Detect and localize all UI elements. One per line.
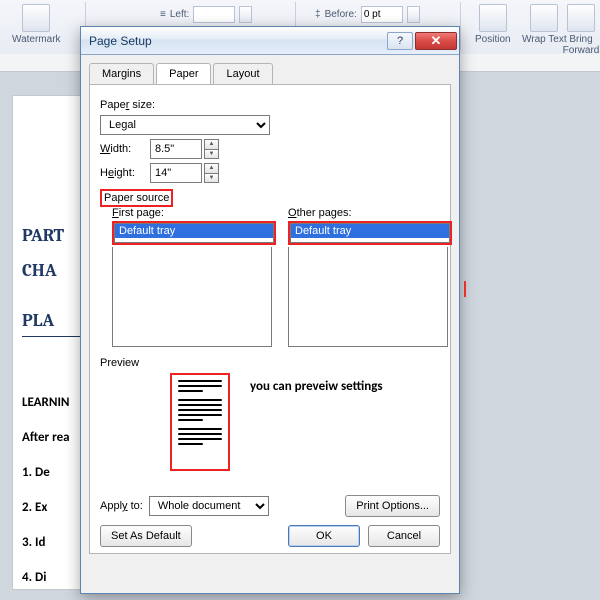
height-input[interactable] (150, 163, 202, 183)
doc-heading: CHA (22, 260, 57, 281)
close-button[interactable] (415, 32, 457, 50)
position-icon (479, 4, 507, 32)
preview-thumbnail (170, 373, 230, 471)
indent-left-field[interactable]: ≡ Left: (160, 6, 252, 23)
cancel-button[interactable]: Cancel (368, 525, 440, 547)
spin-up-down[interactable] (407, 6, 420, 23)
tab-paper[interactable]: Paper (156, 63, 211, 84)
other-pages-label: Other pages: (288, 207, 452, 219)
doc-rule (22, 336, 84, 337)
paper-source-label: Paper source (100, 189, 173, 207)
width-label: Width: (100, 143, 150, 155)
first-page-listbox[interactable]: Default tray (114, 223, 274, 243)
wrap-text-icon (530, 4, 558, 32)
position-button[interactable]: Position (475, 4, 511, 45)
first-page-listbox-body[interactable] (112, 247, 272, 347)
list-item[interactable]: Default tray (115, 224, 273, 238)
print-options-button[interactable]: Print Options... (345, 495, 440, 517)
bring-forward-icon (567, 4, 595, 32)
tab-layout[interactable]: Layout (213, 63, 272, 84)
height-label: Height: (100, 167, 150, 179)
spin-up-down[interactable] (239, 6, 252, 23)
other-pages-listbox[interactable]: Default tray (290, 223, 450, 243)
doc-text: 1. De (22, 465, 50, 480)
other-pages-listbox-body[interactable] (288, 247, 448, 347)
bring-forward-button[interactable]: Bring Forward (562, 4, 600, 54)
doc-text: After rea (22, 430, 70, 445)
paper-size-label: Paper size: (100, 99, 440, 111)
list-item[interactable]: Default tray (291, 224, 449, 238)
apply-to-label: Apply to: (100, 500, 143, 512)
tab-strip: Margins Paper Layout (89, 63, 451, 84)
first-page-label: First page: (112, 207, 276, 219)
doc-text: 4. Di (22, 570, 46, 585)
annotation-marker (464, 281, 466, 297)
preview-label: Preview (100, 357, 440, 369)
paper-size-select[interactable]: Legal (100, 115, 270, 135)
doc-text: 2. Ex (22, 500, 47, 515)
indent-left-input[interactable] (193, 6, 235, 23)
ok-button[interactable]: OK (288, 525, 360, 547)
doc-heading: PLA (22, 310, 54, 331)
doc-heading: PART (22, 225, 64, 246)
dialog-title: Page Setup (81, 34, 387, 48)
set-as-default-button[interactable]: Set As Default (100, 525, 192, 547)
height-spinner[interactable] (204, 163, 219, 183)
annotation-text: you can preveiw settings (250, 379, 383, 394)
titlebar: Page Setup ? (81, 27, 459, 55)
page-setup-dialog: Page Setup ? Margins Paper Layout Paper … (80, 26, 460, 594)
spacing-icon: ‡ (315, 9, 321, 20)
apply-to-select[interactable]: Whole document (149, 496, 269, 516)
paper-tab-panel: Paper size: Legal Width: Height: Paper s… (89, 84, 451, 554)
watermark-button[interactable]: Watermark (12, 4, 61, 45)
wrap-text-button[interactable]: Wrap Text (522, 4, 567, 45)
spacing-before-field[interactable]: ‡ Before: (315, 6, 420, 23)
doc-text: LEARNIN (22, 395, 69, 410)
doc-text: 3. Id (22, 535, 45, 550)
spacing-before-input[interactable] (361, 6, 403, 23)
width-input[interactable] (150, 139, 202, 159)
width-spinner[interactable] (204, 139, 219, 159)
watermark-icon (22, 4, 50, 32)
left-arrow-icon: ≡ (160, 9, 166, 20)
help-button[interactable]: ? (387, 32, 413, 50)
tab-margins[interactable]: Margins (89, 63, 154, 84)
